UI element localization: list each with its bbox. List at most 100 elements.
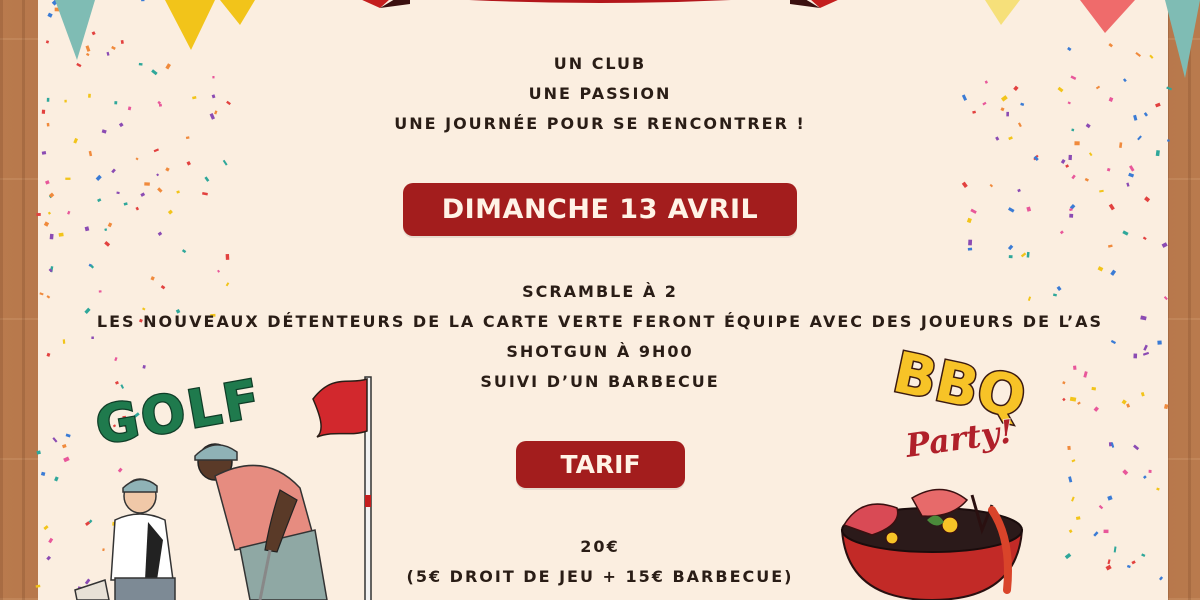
confetti-piece bbox=[107, 222, 113, 228]
confetti-piece bbox=[1088, 152, 1093, 157]
confetti-piece bbox=[95, 174, 102, 181]
confetti-piece bbox=[54, 476, 59, 482]
confetti-piece bbox=[104, 240, 111, 247]
confetti-piece bbox=[1084, 177, 1089, 182]
confetti-piece bbox=[52, 437, 58, 443]
confetti-piece bbox=[176, 190, 180, 194]
confetti-piece bbox=[1098, 504, 1104, 510]
confetti-piece bbox=[43, 525, 49, 531]
confetti-piece bbox=[104, 228, 108, 232]
confetti-piece bbox=[49, 233, 54, 240]
confetti-piece bbox=[1020, 252, 1027, 258]
golfers-illustration bbox=[74, 443, 328, 600]
confetti-piece bbox=[961, 181, 968, 189]
confetti-piece bbox=[1071, 496, 1075, 502]
confetti-piece bbox=[1017, 188, 1021, 193]
confetti-piece bbox=[1060, 159, 1066, 164]
confetti-piece bbox=[1128, 172, 1135, 178]
tarif-badge: TARIF bbox=[516, 441, 685, 488]
confetti-piece bbox=[1133, 444, 1140, 451]
confetti-piece bbox=[1148, 469, 1152, 473]
confetti-piece bbox=[1121, 399, 1127, 405]
confetti-piece bbox=[1067, 445, 1071, 451]
confetti-piece bbox=[181, 249, 187, 254]
confetti-piece bbox=[1059, 230, 1064, 235]
confetti-piece bbox=[123, 202, 128, 206]
confetti-piece bbox=[966, 217, 972, 224]
confetti-piece bbox=[36, 213, 41, 217]
confetti-piece bbox=[1163, 404, 1169, 410]
top-ribbon bbox=[362, 0, 838, 8]
confetti-piece bbox=[1119, 142, 1123, 148]
confetti-piece bbox=[1068, 476, 1073, 483]
confetti-piece bbox=[1142, 236, 1147, 241]
confetti-piece bbox=[1093, 406, 1099, 412]
confetti-piece bbox=[1065, 164, 1070, 168]
confetti-piece bbox=[116, 191, 120, 195]
date-badge: DIMANCHE 13 AVRIL bbox=[403, 183, 797, 236]
confetti-piece bbox=[1126, 403, 1131, 408]
confetti-piece bbox=[43, 221, 50, 227]
confetti-piece bbox=[84, 226, 90, 232]
intro-text: UN CLUB UNE PASSION UNE JOURNÉE POUR SE … bbox=[0, 49, 1200, 139]
confetti-piece bbox=[88, 150, 93, 157]
confetti-piece bbox=[1007, 244, 1014, 251]
confetti-piece bbox=[1129, 165, 1135, 172]
confetti-piece bbox=[1097, 266, 1104, 272]
confetti-piece bbox=[167, 209, 173, 215]
confetti-piece bbox=[36, 450, 41, 455]
confetti-piece bbox=[40, 471, 46, 476]
confetti-piece bbox=[1008, 207, 1015, 213]
confetti-piece bbox=[153, 148, 159, 153]
confetti-piece bbox=[1069, 396, 1077, 402]
confetti-piece bbox=[967, 247, 973, 251]
confetti-piece bbox=[156, 173, 160, 177]
confetti-piece bbox=[1026, 251, 1030, 258]
confetti-piece bbox=[217, 269, 221, 273]
confetti-piece bbox=[1167, 139, 1170, 142]
details-line: SCRAMBLE À 2 bbox=[522, 282, 678, 301]
intro-line: UN CLUB bbox=[553, 54, 647, 73]
confetti-piece bbox=[1107, 495, 1113, 501]
confetti-piece bbox=[1077, 401, 1081, 405]
confetti-piece bbox=[65, 177, 71, 180]
confetti-piece bbox=[1126, 182, 1130, 187]
confetti-piece bbox=[1068, 154, 1072, 161]
intro-line: UNE JOURNÉE POUR SE RENCONTRER ! bbox=[394, 114, 806, 133]
confetti-piece bbox=[222, 159, 228, 166]
confetti-piece bbox=[970, 208, 977, 214]
confetti-piece bbox=[111, 168, 116, 174]
confetti-piece bbox=[58, 232, 64, 237]
confetti-piece bbox=[41, 151, 47, 155]
confetti-piece bbox=[202, 192, 208, 196]
confetti-piece bbox=[140, 192, 146, 197]
confetti-piece bbox=[1108, 203, 1115, 211]
confetti-piece bbox=[989, 183, 994, 188]
confetti-piece bbox=[135, 206, 140, 211]
confetti-piece bbox=[1069, 208, 1073, 212]
confetti-piece bbox=[1161, 242, 1168, 248]
confetti-piece bbox=[1142, 475, 1147, 480]
confetti-piece bbox=[1110, 269, 1117, 276]
confetti-piece bbox=[1099, 189, 1104, 193]
details-line: LES NOUVEAUX DÉTENTEURS DE LA CARTE VERT… bbox=[96, 312, 1104, 331]
bbq-party-logo: BBQ Party! bbox=[886, 342, 1033, 466]
confetti-piece bbox=[97, 198, 102, 203]
confetti-piece bbox=[1122, 469, 1129, 476]
confetti-piece bbox=[225, 253, 230, 260]
confetti-piece bbox=[67, 210, 71, 215]
party-logo-text: Party! bbox=[902, 412, 1015, 465]
confetti-piece bbox=[165, 167, 170, 172]
confetti-piece bbox=[204, 176, 210, 182]
confetti-piece bbox=[45, 40, 50, 44]
confetti-piece bbox=[1074, 141, 1080, 146]
confetti-piece bbox=[135, 157, 139, 161]
intro-line: UNE PASSION bbox=[528, 84, 672, 103]
confetti-piece bbox=[186, 161, 191, 166]
confetti-piece bbox=[1062, 397, 1066, 402]
confetti-piece bbox=[1144, 196, 1151, 203]
confetti-piece bbox=[1107, 244, 1113, 248]
bbq-grill-illustration bbox=[840, 488, 1024, 600]
confetti-piece bbox=[968, 239, 973, 246]
confetti-piece bbox=[47, 211, 51, 215]
